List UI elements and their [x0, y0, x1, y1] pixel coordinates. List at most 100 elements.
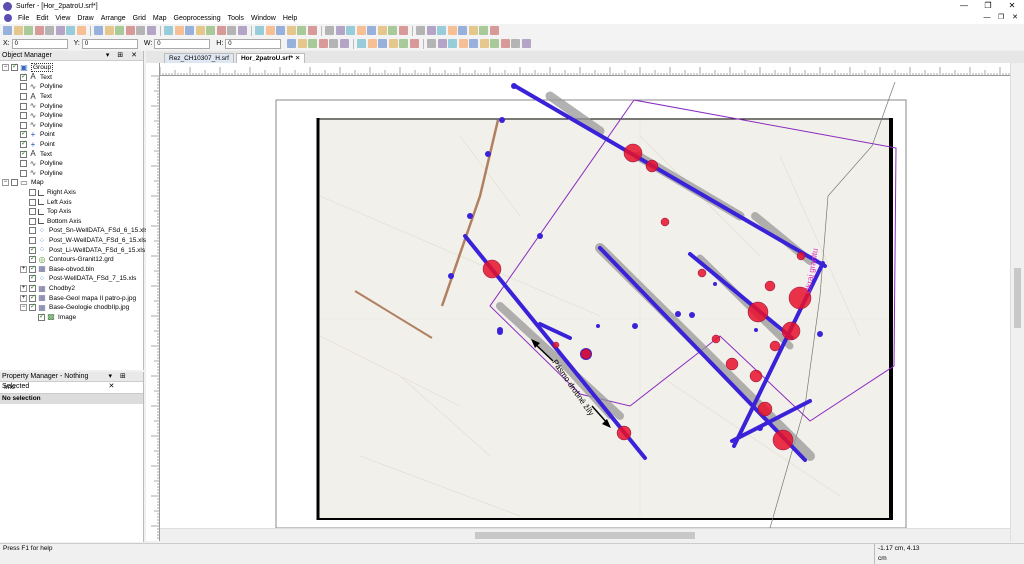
tree-item[interactable]: − ▣Group — [2, 62, 54, 73]
x-field[interactable]: 0 — [11, 38, 68, 49]
toolbar-tool-icon[interactable] — [490, 39, 500, 48]
menu-view[interactable]: View — [55, 15, 70, 22]
tree-item[interactable]: ⁘ Post_Sn-WellDATA_FSd_6_15.xls — [20, 226, 148, 236]
tree-item[interactable]: + Point — [11, 129, 55, 140]
toolbar-tool-icon[interactable] — [66, 26, 75, 35]
toolbar-tool-icon[interactable] — [377, 26, 387, 35]
property-panel-controls[interactable]: ▾ ⊞ ✕ — [109, 372, 143, 390]
toolbar-tool-icon[interactable] — [325, 26, 334, 35]
toolbar-tool-icon[interactable] — [136, 26, 145, 35]
visibility-checkbox[interactable] — [29, 283, 36, 293]
toolbar-tool-icon[interactable] — [104, 26, 114, 35]
toolbar-tool-icon[interactable] — [427, 39, 437, 48]
mdi-minimize-button[interactable]: — — [980, 12, 994, 24]
toolbar-tool-icon[interactable] — [479, 39, 489, 48]
tree-item[interactable]: ∿ Polyline — [11, 169, 63, 179]
tree-item[interactable]: Top Axis — [20, 207, 71, 217]
tree-item[interactable]: Left Axis — [20, 197, 72, 207]
visibility-checkbox[interactable] — [20, 72, 27, 81]
tree-item[interactable]: ∿ Polyline — [11, 121, 63, 131]
visibility-checkbox[interactable] — [20, 112, 27, 120]
visibility-checkbox[interactable] — [29, 198, 36, 206]
tree-item[interactable]: ⁘Post-WellDATA_FSd_7_15.xls — [20, 273, 136, 284]
menu-edit[interactable]: Edit — [36, 15, 48, 22]
toolbar-tool-icon[interactable] — [378, 39, 388, 48]
h-field[interactable]: 0 — [225, 38, 282, 49]
toolbar-tool-icon[interactable] — [255, 26, 264, 35]
vertical-scroll-thumb[interactable] — [1014, 268, 1021, 328]
toolbar-tool-icon[interactable] — [335, 26, 345, 35]
toolbar-tool-icon[interactable] — [329, 39, 339, 48]
menu-help[interactable]: Help — [283, 15, 297, 22]
toolbar-tool-icon[interactable] — [458, 39, 468, 48]
toolbar-tool-icon[interactable] — [55, 26, 65, 35]
visibility-checkbox[interactable] — [20, 129, 27, 139]
toolbar-tool-icon[interactable] — [357, 39, 367, 48]
tree-item[interactable]: ⁘ Post_W-WellDATA_FSd_6_15.xls — [20, 236, 146, 246]
toolbar-tool-icon[interactable] — [276, 26, 285, 35]
tree-item[interactable]: ∿ Polyline — [11, 159, 63, 169]
horizontal-scroll-thumb[interactable] — [475, 532, 695, 539]
toolbar-tool-icon[interactable] — [76, 26, 86, 35]
menu-tools[interactable]: Tools — [228, 15, 244, 22]
tree-item[interactable]: ∿ Polyline — [11, 111, 63, 121]
tree-item[interactable]: Bottom Axis — [20, 217, 81, 227]
expand-icon[interactable]: + — [20, 265, 27, 273]
toolbar-tool-icon[interactable] — [479, 26, 488, 35]
visibility-checkbox[interactable] — [29, 189, 36, 197]
mdi-restore-button[interactable]: ❐ — [994, 12, 1008, 24]
toolbar-tool-icon[interactable] — [45, 26, 54, 35]
visibility-checkbox[interactable] — [29, 254, 36, 264]
menu-arrange[interactable]: Arrange — [101, 15, 126, 22]
y-field[interactable]: 0 — [81, 38, 138, 49]
visibility-checkbox[interactable] — [11, 62, 18, 72]
toolbar-tool-icon[interactable] — [307, 26, 317, 35]
toolbar-tool-icon[interactable] — [346, 26, 355, 35]
tree-item[interactable]: + ▦Chodby2 — [20, 283, 75, 294]
vertical-scrollbar[interactable] — [1010, 63, 1024, 541]
toolbar-tool-icon[interactable] — [24, 26, 33, 35]
toolbar-tool-icon[interactable] — [287, 39, 297, 48]
visibility-checkbox[interactable] — [29, 264, 36, 273]
toolbar-tool-icon[interactable] — [237, 26, 247, 35]
toolbar-tool-icon[interactable] — [195, 26, 205, 35]
visibility-checkbox[interactable] — [20, 83, 27, 91]
toolbar-tool-icon[interactable] — [388, 26, 397, 35]
close-button[interactable]: ✕ — [1000, 0, 1024, 12]
visibility-checkbox[interactable] — [20, 93, 27, 101]
visibility-checkbox[interactable] — [29, 208, 36, 216]
tab-close-icon[interactable]: ✕ — [295, 55, 300, 62]
visibility-checkbox[interactable] — [20, 149, 27, 158]
tree-item[interactable]: A Text — [11, 72, 52, 83]
toolbar-tool-icon[interactable] — [409, 39, 419, 48]
toolbar-tool-icon[interactable] — [448, 39, 458, 48]
toolbar-tool-icon[interactable] — [339, 39, 349, 48]
toolbar-tool-icon[interactable] — [367, 26, 376, 35]
toolbar-tool-icon[interactable] — [500, 39, 510, 48]
visibility-checkbox[interactable] — [20, 139, 27, 149]
menu-draw[interactable]: Draw — [77, 15, 93, 22]
menu-grid[interactable]: Grid — [133, 15, 146, 22]
collapse-icon[interactable]: − — [20, 304, 27, 312]
toolbar-tool-icon[interactable] — [164, 26, 173, 35]
toolbar-tool-icon[interactable] — [216, 26, 226, 35]
visibility-checkbox[interactable] — [20, 169, 27, 177]
toolbar-tool-icon[interactable] — [174, 26, 184, 35]
visibility-checkbox[interactable] — [11, 179, 18, 187]
tree-item[interactable]: ∿ Polyline — [11, 82, 63, 92]
tree-item[interactable]: + Point — [11, 139, 55, 150]
visibility-checkbox[interactable] — [29, 245, 36, 254]
toolbar-tool-icon[interactable] — [308, 39, 318, 48]
visibility-checkbox[interactable] — [20, 160, 27, 168]
menu-geoprocessing[interactable]: Geoprocessing — [174, 15, 221, 22]
toolbar-tool-icon[interactable] — [356, 26, 366, 35]
toolbar-tool-icon[interactable] — [426, 26, 436, 35]
tab-rez-ch10307[interactable]: Rez_CH10307_H.srf — [164, 53, 234, 63]
collapse-icon[interactable]: − — [2, 64, 9, 72]
toolbar-tool-icon[interactable] — [286, 26, 296, 35]
menu-file[interactable]: File — [18, 15, 29, 22]
tree-item[interactable]: + ▦Base-Geol mapa II patro-p.jpg — [20, 293, 136, 303]
tree-item[interactable]: A Text — [11, 149, 52, 159]
expand-icon[interactable]: + — [20, 294, 27, 302]
document-menu-icon[interactable] — [4, 14, 12, 22]
